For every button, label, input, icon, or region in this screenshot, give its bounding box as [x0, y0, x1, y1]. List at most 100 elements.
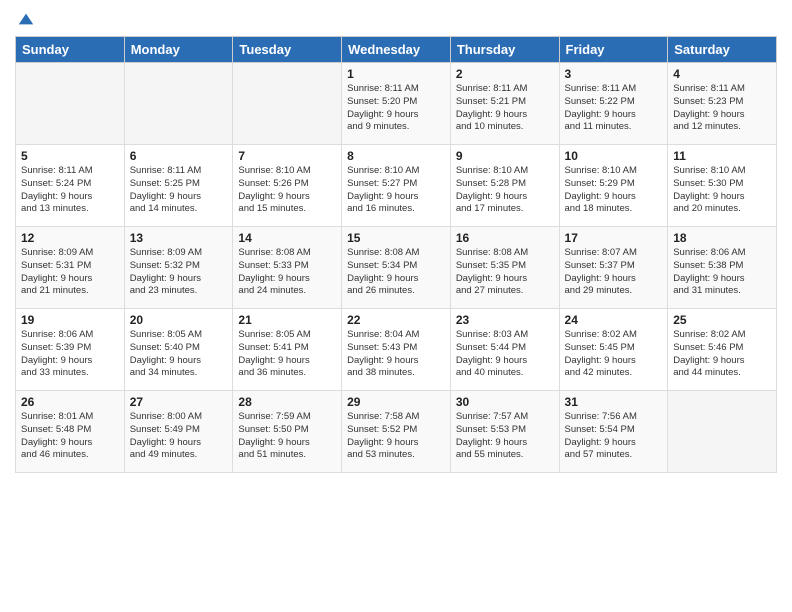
- cell-info: Sunrise: 8:07 AM Sunset: 5:37 PM Dayligh…: [565, 247, 663, 298]
- cell-info: Sunrise: 8:11 AM Sunset: 5:23 PM Dayligh…: [673, 83, 771, 134]
- day-number: 19: [21, 313, 119, 327]
- cell-info: Sunrise: 8:11 AM Sunset: 5:21 PM Dayligh…: [456, 83, 554, 134]
- cell-info: Sunrise: 8:01 AM Sunset: 5:48 PM Dayligh…: [21, 411, 119, 462]
- day-number: 23: [456, 313, 554, 327]
- day-number: 18: [673, 231, 771, 245]
- day-number: 15: [347, 231, 445, 245]
- calendar-cell: 27 Sunrise: 8:00 AM Sunset: 5:49 PM Dayli…: [124, 391, 233, 473]
- day-number: 12: [21, 231, 119, 245]
- week-row-1: 1Sunrise: 8:11 AM Sunset: 5:20 PM Daylig…: [16, 63, 777, 145]
- calendar-cell: [233, 63, 342, 145]
- cell-info: Sunrise: 8:00 AM Sunset: 5:49 PM Dayligh…: [130, 411, 228, 462]
- week-row-4: 19Sunrise: 8:06 AM Sunset: 5:39 PM Dayli…: [16, 309, 777, 391]
- calendar-cell: 7 Sunrise: 8:10 AM Sunset: 5:26 PM Daylig…: [233, 145, 342, 227]
- calendar-cell: [668, 391, 777, 473]
- cell-info: Sunrise: 8:10 AM Sunset: 5:28 PM Dayligh…: [456, 165, 554, 216]
- calendar-cell: 10 Sunrise: 8:10 AM Sunset: 5:29 PM Dayli…: [559, 145, 668, 227]
- cell-info: Sunrise: 7:59 AM Sunset: 5:50 PM Dayligh…: [238, 411, 336, 462]
- cell-info: Sunrise: 8:08 AM Sunset: 5:34 PM Dayligh…: [347, 247, 445, 298]
- day-number: 8: [347, 149, 445, 163]
- day-number: 25: [673, 313, 771, 327]
- cell-info: Sunrise: 8:05 AM Sunset: 5:40 PM Dayligh…: [130, 329, 228, 380]
- calendar-cell: 2Sunrise: 8:11 AM Sunset: 5:21 PM Daylig…: [450, 63, 559, 145]
- cell-info: Sunrise: 8:03 AM Sunset: 5:44 PM Dayligh…: [456, 329, 554, 380]
- cell-info: Sunrise: 8:10 AM Sunset: 5:27 PM Dayligh…: [347, 165, 445, 216]
- day-number: 20: [130, 313, 228, 327]
- day-number: 5: [21, 149, 119, 163]
- calendar-header: SundayMondayTuesdayWednesdayThursdayFrid…: [16, 37, 777, 63]
- calendar: SundayMondayTuesdayWednesdayThursdayFrid…: [15, 36, 777, 473]
- calendar-cell: 28 Sunrise: 7:59 AM Sunset: 5:50 PM Dayli…: [233, 391, 342, 473]
- cell-info: Sunrise: 7:56 AM Sunset: 5:54 PM Dayligh…: [565, 411, 663, 462]
- day-number: 17: [565, 231, 663, 245]
- day-number: 27: [130, 395, 228, 409]
- cell-info: Sunrise: 8:11 AM Sunset: 5:20 PM Dayligh…: [347, 83, 445, 134]
- day-number: 7: [238, 149, 336, 163]
- cell-info: Sunrise: 7:57 AM Sunset: 5:53 PM Dayligh…: [456, 411, 554, 462]
- logo: [15, 10, 35, 28]
- cell-info: Sunrise: 8:09 AM Sunset: 5:31 PM Dayligh…: [21, 247, 119, 298]
- day-header-sunday: Sunday: [16, 37, 125, 63]
- calendar-body: 1Sunrise: 8:11 AM Sunset: 5:20 PM Daylig…: [16, 63, 777, 473]
- cell-info: Sunrise: 7:58 AM Sunset: 5:52 PM Dayligh…: [347, 411, 445, 462]
- calendar-cell: 19Sunrise: 8:06 AM Sunset: 5:39 PM Dayli…: [16, 309, 125, 391]
- week-row-3: 12 Sunrise: 8:09 AM Sunset: 5:31 PM Dayli…: [16, 227, 777, 309]
- cell-info: Sunrise: 8:10 AM Sunset: 5:26 PM Dayligh…: [238, 165, 336, 216]
- calendar-cell: 11 Sunrise: 8:10 AM Sunset: 5:30 PM Dayli…: [668, 145, 777, 227]
- calendar-cell: 31 Sunrise: 7:56 AM Sunset: 5:54 PM Dayli…: [559, 391, 668, 473]
- cell-info: Sunrise: 8:11 AM Sunset: 5:22 PM Dayligh…: [565, 83, 663, 134]
- cell-info: Sunrise: 8:08 AM Sunset: 5:33 PM Dayligh…: [238, 247, 336, 298]
- day-number: 31: [565, 395, 663, 409]
- calendar-cell: 17 Sunrise: 8:07 AM Sunset: 5:37 PM Dayli…: [559, 227, 668, 309]
- week-row-5: 26 Sunrise: 8:01 AM Sunset: 5:48 PM Dayli…: [16, 391, 777, 473]
- calendar-cell: [16, 63, 125, 145]
- calendar-cell: 8 Sunrise: 8:10 AM Sunset: 5:27 PM Daylig…: [342, 145, 451, 227]
- calendar-cell: 15 Sunrise: 8:08 AM Sunset: 5:34 PM Dayli…: [342, 227, 451, 309]
- cell-info: Sunrise: 8:11 AM Sunset: 5:24 PM Dayligh…: [21, 165, 119, 216]
- cell-info: Sunrise: 8:02 AM Sunset: 5:45 PM Dayligh…: [565, 329, 663, 380]
- day-header-saturday: Saturday: [668, 37, 777, 63]
- day-number: 4: [673, 67, 771, 81]
- day-header-wednesday: Wednesday: [342, 37, 451, 63]
- day-number: 22: [347, 313, 445, 327]
- cell-info: Sunrise: 8:04 AM Sunset: 5:43 PM Dayligh…: [347, 329, 445, 380]
- calendar-cell: 9Sunrise: 8:10 AM Sunset: 5:28 PM Daylig…: [450, 145, 559, 227]
- day-header-row: SundayMondayTuesdayWednesdayThursdayFrid…: [16, 37, 777, 63]
- cell-info: Sunrise: 8:10 AM Sunset: 5:30 PM Dayligh…: [673, 165, 771, 216]
- day-number: 28: [238, 395, 336, 409]
- calendar-cell: 20 Sunrise: 8:05 AM Sunset: 5:40 PM Dayli…: [124, 309, 233, 391]
- page-container: SundayMondayTuesdayWednesdayThursdayFrid…: [0, 0, 792, 478]
- day-number: 3: [565, 67, 663, 81]
- cell-info: Sunrise: 8:08 AM Sunset: 5:35 PM Dayligh…: [456, 247, 554, 298]
- day-number: 30: [456, 395, 554, 409]
- day-number: 13: [130, 231, 228, 245]
- day-header-friday: Friday: [559, 37, 668, 63]
- calendar-cell: 1Sunrise: 8:11 AM Sunset: 5:20 PM Daylig…: [342, 63, 451, 145]
- cell-info: Sunrise: 8:11 AM Sunset: 5:25 PM Dayligh…: [130, 165, 228, 216]
- cell-info: Sunrise: 8:06 AM Sunset: 5:38 PM Dayligh…: [673, 247, 771, 298]
- day-number: 26: [21, 395, 119, 409]
- calendar-cell: 29 Sunrise: 7:58 AM Sunset: 5:52 PM Dayli…: [342, 391, 451, 473]
- calendar-cell: 22 Sunrise: 8:04 AM Sunset: 5:43 PM Dayli…: [342, 309, 451, 391]
- calendar-cell: 6Sunrise: 8:11 AM Sunset: 5:25 PM Daylig…: [124, 145, 233, 227]
- day-number: 10: [565, 149, 663, 163]
- day-number: 29: [347, 395, 445, 409]
- calendar-cell: 26 Sunrise: 8:01 AM Sunset: 5:48 PM Dayli…: [16, 391, 125, 473]
- calendar-cell: [124, 63, 233, 145]
- calendar-cell: 5 Sunrise: 8:11 AM Sunset: 5:24 PM Daylig…: [16, 145, 125, 227]
- header: [15, 10, 777, 28]
- day-number: 11: [673, 149, 771, 163]
- calendar-cell: 16 Sunrise: 8:08 AM Sunset: 5:35 PM Dayli…: [450, 227, 559, 309]
- calendar-cell: 3 Sunrise: 8:11 AM Sunset: 5:22 PM Daylig…: [559, 63, 668, 145]
- calendar-cell: 30 Sunrise: 7:57 AM Sunset: 5:53 PM Dayli…: [450, 391, 559, 473]
- day-header-tuesday: Tuesday: [233, 37, 342, 63]
- day-number: 16: [456, 231, 554, 245]
- calendar-cell: 12 Sunrise: 8:09 AM Sunset: 5:31 PM Dayli…: [16, 227, 125, 309]
- cell-info: Sunrise: 8:10 AM Sunset: 5:29 PM Dayligh…: [565, 165, 663, 216]
- day-header-monday: Monday: [124, 37, 233, 63]
- calendar-cell: 21Sunrise: 8:05 AM Sunset: 5:41 PM Dayli…: [233, 309, 342, 391]
- day-number: 14: [238, 231, 336, 245]
- cell-info: Sunrise: 8:09 AM Sunset: 5:32 PM Dayligh…: [130, 247, 228, 298]
- cell-info: Sunrise: 8:05 AM Sunset: 5:41 PM Dayligh…: [238, 329, 336, 380]
- calendar-cell: 23 Sunrise: 8:03 AM Sunset: 5:44 PM Dayli…: [450, 309, 559, 391]
